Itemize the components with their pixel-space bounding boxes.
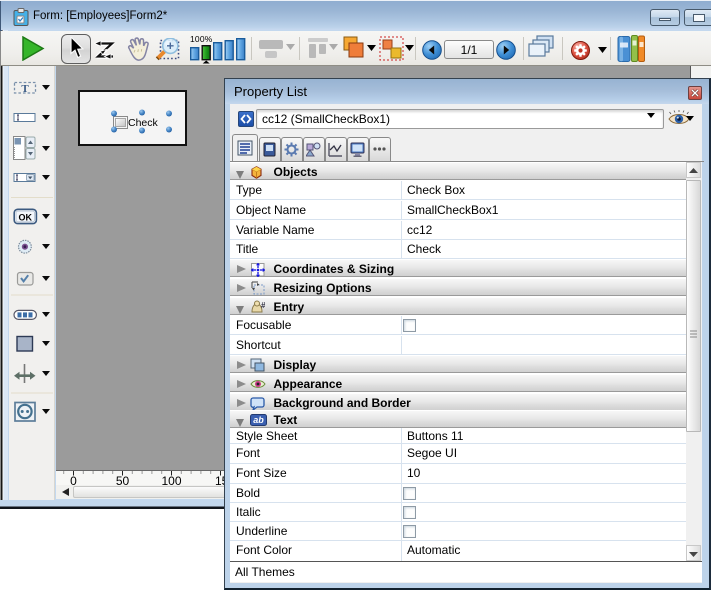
svg-text:100: 100 [161,474,181,485]
svg-text:ab: ab [253,415,264,425]
svg-text:#: # [261,301,265,310]
svg-text:50: 50 [116,474,130,485]
svg-text:OK: OK [19,213,33,223]
svg-text:T: T [21,83,29,95]
svg-text:0: 0 [70,474,77,485]
